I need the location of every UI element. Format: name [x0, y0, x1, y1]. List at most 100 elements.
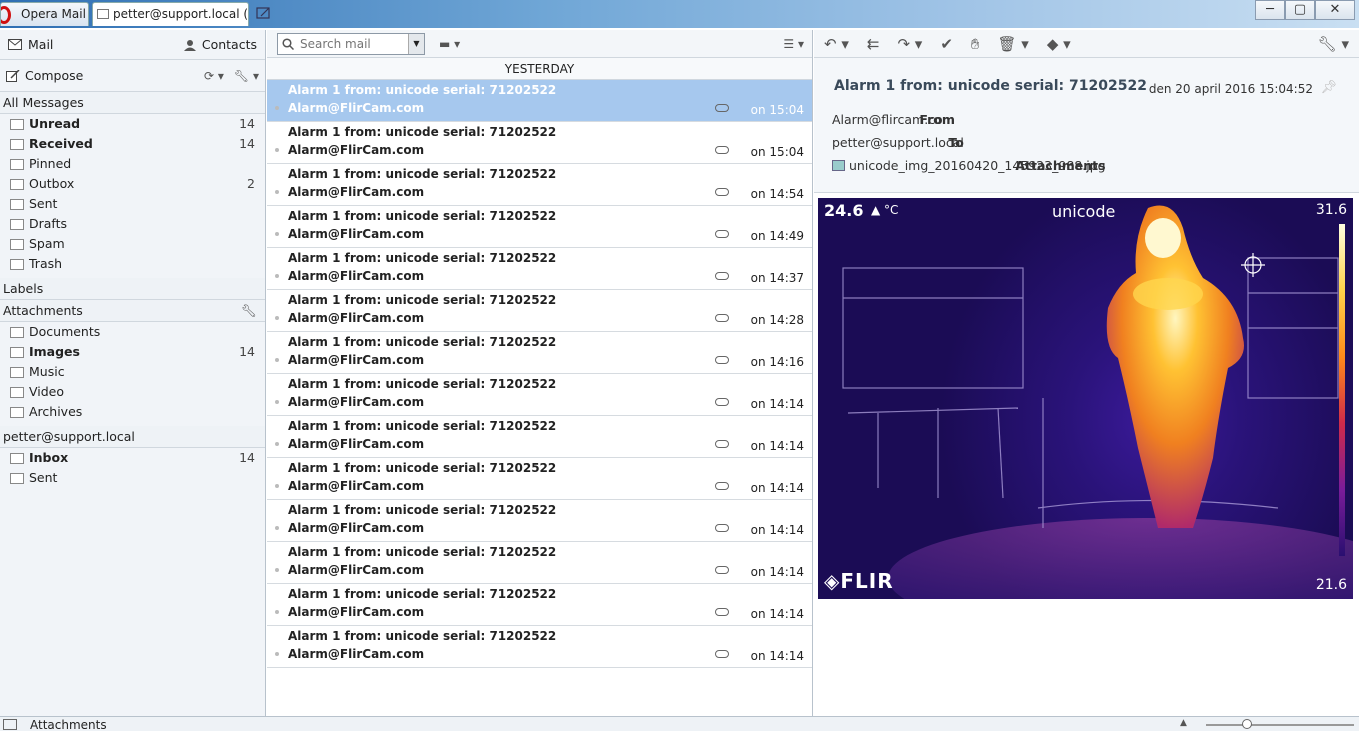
message-row[interactable]: Alarm 1 from: unicode serial: 71202522 Al… — [267, 458, 812, 500]
message-time: on 14:28 — [750, 313, 804, 327]
sidebar-item-outbox[interactable]: Outbox 2 — [0, 174, 265, 194]
attachment-icon — [715, 188, 729, 196]
account-folder-sent[interactable]: Sent — [0, 468, 265, 488]
message-subject: Alarm 1 from: unicode serial: 71202522 — [288, 209, 557, 223]
sidebar-item-drafts[interactable]: Drafts — [0, 214, 265, 234]
thermal-scene — [842, 205, 1353, 599]
attachments-label: Attachments — [1015, 158, 1106, 173]
up-arrow-icon[interactable]: ▲ — [1180, 718, 1187, 728]
tab-petter-mailbox[interactable]: petter@support.local (... — [92, 2, 249, 26]
wrench-icon[interactable]: 🔧︎ ▾ — [234, 69, 259, 83]
envelope-icon — [10, 118, 24, 130]
attachments-row: Attachments unicode_img_20160420_145923_9… — [814, 158, 1106, 173]
contacts-button[interactable]: Contacts — [183, 37, 257, 52]
labels-header[interactable]: Labels — [0, 278, 265, 300]
message-sender: Alarm@FlirCam.com — [288, 101, 425, 115]
attachment-filter-archives[interactable]: Archives — [0, 402, 265, 422]
message-row[interactable]: Alarm 1 from: unicode serial: 71202522 Al… — [267, 626, 812, 668]
message-row[interactable]: Alarm 1 from: unicode serial: 71202522 Al… — [267, 374, 812, 416]
account-folder-inbox[interactable]: Inbox 14 — [0, 448, 265, 468]
all-messages-header[interactable]: All Messages — [0, 92, 265, 114]
wrench-icon[interactable]: 🔧︎ ▾ — [1318, 35, 1349, 53]
forward-icon[interactable]: ↷ ▾ — [897, 35, 922, 53]
pin-icon — [10, 158, 24, 170]
sidebar-item-pinned[interactable]: Pinned — [0, 154, 265, 174]
panel-toggle-icon[interactable] — [3, 719, 17, 730]
message-row[interactable]: Alarm 1 from: unicode serial: 71202522 Al… — [267, 80, 812, 122]
read-status-dot-icon[interactable] — [275, 400, 279, 404]
sync-icon[interactable]: ⟳ ▾ — [204, 69, 224, 83]
message-subject: Alarm 1 from: unicode serial: 71202522 — [288, 83, 557, 97]
message-time: on 14:14 — [750, 523, 804, 537]
read-status-dot-icon[interactable] — [275, 190, 279, 194]
message-time: on 14:54 — [750, 187, 804, 201]
read-status-dot-icon[interactable] — [275, 316, 279, 320]
sidebar-item-unread[interactable]: Unread 14 — [0, 114, 265, 134]
message-row[interactable]: Alarm 1 from: unicode serial: 71202522 Al… — [267, 332, 812, 374]
attachment-filter-music[interactable]: Music — [0, 362, 265, 382]
zoom-slider[interactable] — [1206, 724, 1354, 726]
message-row[interactable]: Alarm 1 from: unicode serial: 71202522 Al… — [267, 206, 812, 248]
read-status-dot-icon[interactable] — [275, 568, 279, 572]
read-status-dot-icon[interactable] — [275, 610, 279, 614]
sent-icon — [10, 198, 24, 210]
message-row[interactable]: Alarm 1 from: unicode serial: 71202522 Al… — [267, 542, 812, 584]
label-tag-icon[interactable]: ◆ ▾ — [1047, 35, 1071, 53]
trash-icon — [10, 258, 24, 270]
attachment-filter-video[interactable]: Video — [0, 382, 265, 402]
folder-label: Music — [29, 364, 65, 379]
read-status-dot-icon[interactable] — [275, 274, 279, 278]
read-status-dot-icon[interactable] — [275, 358, 279, 362]
read-status-dot-icon[interactable] — [275, 484, 279, 488]
message-row[interactable]: Alarm 1 from: unicode serial: 71202522 Al… — [267, 584, 812, 626]
read-status-dot-icon[interactable] — [275, 526, 279, 530]
tab-opera-mail[interactable]: Opera Mail — [0, 2, 89, 26]
reply-icon[interactable]: ↶ ▾ — [824, 35, 849, 53]
read-status-dot-icon[interactable] — [275, 652, 279, 656]
message-time: on 14:14 — [750, 607, 804, 621]
read-status-dot-icon[interactable] — [275, 232, 279, 236]
read-status-dot-icon[interactable] — [275, 148, 279, 152]
message-row[interactable]: Alarm 1 from: unicode serial: 71202522 Al… — [267, 500, 812, 542]
sidebar-item-spam[interactable]: Spam — [0, 234, 265, 254]
mark-read-icon[interactable]: ✔ — [940, 35, 953, 53]
message-row[interactable]: Alarm 1 from: unicode serial: 71202522 Al… — [267, 416, 812, 458]
message-sender: Alarm@FlirCam.com — [288, 479, 425, 493]
attachment-filter-images[interactable]: Images 14 — [0, 342, 265, 362]
message-row[interactable]: Alarm 1 from: unicode serial: 71202522 Al… — [267, 248, 812, 290]
attachment-filter-documents[interactable]: Documents — [0, 322, 265, 342]
zoom-slider-knob[interactable] — [1242, 719, 1252, 729]
view-options-icon[interactable]: ▬ ▾ — [439, 37, 460, 51]
read-status-dot-icon[interactable] — [275, 442, 279, 446]
search-input[interactable] — [294, 36, 404, 51]
list-toolbar: ▼ ▬ ▾ ☰ ▾ — [267, 30, 812, 58]
message-row[interactable]: Alarm 1 from: unicode serial: 71202522 Al… — [267, 290, 812, 332]
sidebar-item-received[interactable]: Received 14 — [0, 134, 265, 154]
sidebar-item-sent[interactable]: Sent — [0, 194, 265, 214]
search-dropdown-icon[interactable]: ▼ — [408, 33, 424, 54]
attachments-header[interactable]: Attachments 🔧︎ — [0, 300, 265, 322]
sort-options-icon[interactable]: ☰ ▾ — [783, 37, 804, 51]
compose-button[interactable]: Compose — [6, 68, 204, 83]
mail-button[interactable]: Mail — [8, 37, 184, 52]
unread-count: 14 — [239, 344, 255, 359]
new-tab-button[interactable] — [255, 5, 275, 23]
read-status-dot-icon[interactable] — [275, 106, 279, 110]
delete-icon[interactable]: 🗑︎ ▾ — [997, 35, 1028, 53]
minimize-button[interactable]: ─ — [1255, 0, 1285, 20]
status-attachments-label[interactable]: Attachments — [30, 718, 107, 731]
message-sender: Alarm@FlirCam.com — [288, 521, 425, 535]
account-header[interactable]: petter@support.local — [0, 426, 265, 448]
maximize-button[interactable]: ▢ — [1285, 0, 1315, 20]
wrench-icon[interactable]: 🔧︎ — [241, 300, 257, 322]
search-box[interactable]: ▼ — [277, 32, 425, 55]
attachment-icon — [715, 524, 729, 532]
sidebar-item-trash[interactable]: Trash — [0, 254, 265, 274]
reply-all-icon[interactable]: ⇇ — [867, 35, 880, 53]
message-row[interactable]: Alarm 1 from: unicode serial: 71202522 Al… — [267, 164, 812, 206]
message-sender: Alarm@FlirCam.com — [288, 143, 425, 157]
spam-hand-icon[interactable]: ✋︎ — [971, 35, 980, 53]
message-row[interactable]: Alarm 1 from: unicode serial: 71202522 Al… — [267, 122, 812, 164]
pin-icon[interactable]: 📌︎ — [1320, 80, 1337, 95]
close-button[interactable]: ✕ — [1315, 0, 1355, 20]
